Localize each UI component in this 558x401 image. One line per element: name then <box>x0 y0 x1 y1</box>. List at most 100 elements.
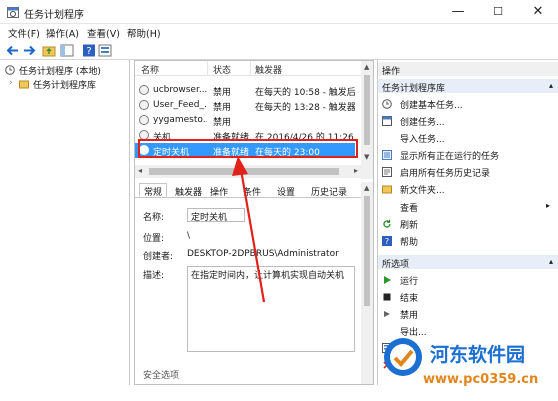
action-show-running[interactable]: 显示所有正在运行的任务 <box>382 147 554 163</box>
refresh-icon <box>383 219 391 228</box>
task-trigger: 在每天的 13:28 - 触发器在 <box>255 103 355 113</box>
close-button[interactable]: ✕ <box>518 0 558 24</box>
action-label: 显示所有正在运行的任务 <box>400 152 500 162</box>
help-icon[interactable]: ? <box>82 44 96 57</box>
location-label: 位置: <box>143 234 165 244</box>
actions-group-library-label: 任务计划程序库 <box>382 84 446 94</box>
action-import-task[interactable]: 导入任务... <box>382 130 554 146</box>
task-icon <box>139 100 149 110</box>
history-icon <box>382 167 392 177</box>
menu-action[interactable]: 操作(A) <box>46 26 79 40</box>
action-create-basic-task[interactable]: 创建基本任务... <box>382 96 554 112</box>
action-label: 创建基本任务... <box>400 101 463 111</box>
scroll-down-icon[interactable]: ▼ <box>364 153 369 161</box>
tab-triggers[interactable]: 触发器 <box>171 184 206 198</box>
watermark-logo <box>384 338 422 376</box>
scrollbar-thumb[interactable] <box>364 196 370 306</box>
annotation-arrow <box>232 156 266 303</box>
folder-up-icon[interactable] <box>42 44 56 57</box>
disable-icon <box>384 311 390 317</box>
task-icon <box>139 115 149 125</box>
action-enable-history[interactable]: 启用所有任务历史记录 <box>382 164 554 180</box>
task-name: User_Feed_... <box>153 100 207 110</box>
console-icon[interactable] <box>60 44 74 57</box>
detail-vertical-scrollbar[interactable]: ▲ <box>361 182 373 384</box>
title-bar: 任务计划程序 — ☐ ✕ <box>0 0 558 24</box>
minimize-button[interactable]: — <box>438 0 478 24</box>
running-tasks-icon <box>382 150 392 160</box>
action-label: 禁用 <box>400 311 419 321</box>
menu-view[interactable]: 查看(V) <box>87 26 120 40</box>
action-new-folder[interactable]: 新文件夹... <box>382 181 554 197</box>
end-icon <box>383 293 391 301</box>
tab-history[interactable]: 历史记录 <box>307 184 351 198</box>
location-value: \ <box>187 231 191 241</box>
run-icon <box>384 276 391 284</box>
actions-group-selected[interactable]: 所选项 ▴ <box>378 255 558 270</box>
svg-text:?: ? <box>86 46 91 57</box>
column-divider[interactable] <box>250 61 251 76</box>
column-divider[interactable] <box>207 61 208 76</box>
task-list-header: 名称 状态 触发器 <box>135 61 361 76</box>
task-list-vertical-scrollbar[interactable]: ▲ ▼ <box>361 61 373 179</box>
tree-item-root-label: 任务计划程序 (本地) <box>19 67 101 77</box>
column-trigger[interactable]: 触发器 <box>255 63 282 76</box>
task-row[interactable]: yygamesto... 禁用 <box>135 113 355 128</box>
scroll-up-icon[interactable]: ▲ <box>364 184 369 192</box>
folder-icon <box>19 80 29 89</box>
column-status[interactable]: 状态 <box>213 63 231 76</box>
action-refresh[interactable]: 刷新 <box>382 216 554 232</box>
watermark-url: www.pc0359.cn <box>423 372 539 387</box>
task-status: 禁用 <box>213 103 232 113</box>
description-label: 描述: <box>143 271 165 281</box>
maximize-button[interactable]: ☐ <box>478 0 518 24</box>
menu-file[interactable]: 文件(F) <box>8 26 40 40</box>
action-disable[interactable]: 禁用 <box>382 306 554 322</box>
author-label: 创建者: <box>143 252 174 262</box>
chevron-right-icon[interactable]: › <box>9 78 13 88</box>
actions-group-selected-label: 所选项 <box>382 260 410 270</box>
action-label: 帮助 <box>400 238 419 248</box>
action-label: 启用所有任务历史记录 <box>400 169 491 179</box>
tab-settings[interactable]: 设置 <box>273 184 299 198</box>
task-trigger: 在每天的 10:58 - 触发后, 无 <box>255 88 355 98</box>
action-label: 导入任务... <box>400 135 445 145</box>
scroll-up-icon[interactable]: ▲ <box>364 63 369 71</box>
svg-text:?: ? <box>385 237 389 246</box>
collapse-up-icon[interactable]: ▴ <box>549 81 553 90</box>
action-label: 创建任务... <box>400 118 445 128</box>
task-scheduler-app-icon <box>7 7 19 18</box>
scroll-left-icon[interactable]: ◂ <box>138 166 142 175</box>
collapse-up-icon[interactable]: ▴ <box>549 257 553 266</box>
column-name[interactable]: 名称 <box>141 63 159 76</box>
actions-header: 操作 <box>378 62 558 77</box>
action-label: 查看 <box>400 204 419 214</box>
task-status: 禁用 <box>213 88 232 98</box>
tree-item-library-label: 任务计划程序库 <box>33 81 97 91</box>
help-icon: ? <box>382 236 392 246</box>
scroll-right-icon[interactable]: ▸ <box>354 166 358 175</box>
task-row[interactable]: User_Feed_... 禁用 在每天的 13:28 - 触发器在 <box>135 98 355 113</box>
task-status: 禁用 <box>213 118 232 128</box>
actions-group-library[interactable]: 任务计划程序库 ▴ <box>378 79 558 94</box>
action-view[interactable]: 查看 ▸ <box>382 199 554 215</box>
action-label: 运行 <box>400 277 419 287</box>
properties-icon[interactable] <box>98 44 112 57</box>
action-label: 结束 <box>400 294 419 304</box>
action-run[interactable]: 运行 <box>382 272 554 288</box>
forward-icon[interactable] <box>22 44 36 57</box>
action-end[interactable]: 结束 <box>382 289 554 305</box>
scrollbar-thumb[interactable] <box>364 75 370 145</box>
submenu-arrow-icon: ▸ <box>545 201 550 210</box>
action-help[interactable]: ? 帮助 <box>382 233 554 249</box>
task-row[interactable]: ucbrowser... 禁用 在每天的 10:58 - 触发后, 无 <box>135 83 355 98</box>
window-title: 任务计划程序 <box>24 10 84 21</box>
watermark-name: 河东软件园 <box>430 344 526 366</box>
action-create-task[interactable]: 创建任务... <box>382 113 554 129</box>
task-icon <box>139 85 149 95</box>
action-label: 刷新 <box>400 221 419 231</box>
menu-help[interactable]: 帮助(H) <box>127 26 161 40</box>
back-icon[interactable] <box>6 44 20 57</box>
create-task-icon <box>382 116 392 126</box>
tab-general[interactable]: 常规 <box>139 183 168 198</box>
